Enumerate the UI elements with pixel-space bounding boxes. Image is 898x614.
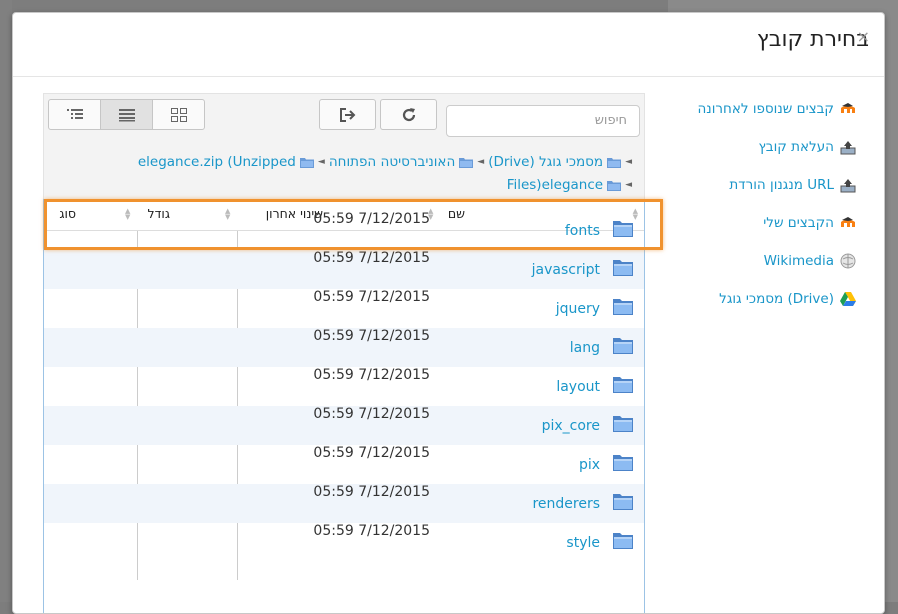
folder-icon: [613, 299, 633, 315]
breadcrumb-arrow-icon: ◄: [625, 180, 632, 190]
repo-label: Wikimedia: [763, 253, 834, 269]
search-input[interactable]: חיפוש: [446, 105, 640, 137]
logout-icon: [339, 107, 355, 122]
wikimedia-icon: [840, 253, 856, 269]
file-name-link[interactable]: pix: [579, 457, 600, 473]
breadcrumb: ◄ מסמכי גוגל (Drive) ◄ האוניברסיטה הפתוח…: [44, 150, 640, 194]
breadcrumb-item[interactable]: מסמכי גוגל (Drive): [488, 154, 603, 170]
breadcrumb-item[interactable]: האוניברסיטה הפתוחה: [329, 154, 455, 170]
table-row[interactable]: 05:59 7/12/2015 lang: [44, 328, 644, 367]
folder-icon: [299, 157, 314, 168]
folder-icon: [613, 533, 633, 549]
last-modified-cell: 05:59 7/12/2015: [313, 328, 430, 344]
list-view-icon: [118, 108, 135, 121]
folder-icon: [613, 260, 633, 276]
last-modified-cell: 05:59 7/12/2015: [313, 406, 430, 422]
view-list-button[interactable]: [100, 99, 153, 130]
breadcrumb-arrow-icon: ◄: [625, 157, 632, 167]
last-modified-cell: 05:59 7/12/2015: [313, 445, 430, 461]
folder-icon: [613, 377, 633, 393]
repo-upload-file[interactable]: העלאת קובץ: [759, 137, 856, 157]
folder-icon: [459, 157, 474, 168]
repo-my-files[interactable]: הקבצים שלי: [763, 213, 856, 233]
folder-icon: [613, 494, 633, 510]
breadcrumb-item[interactable]: elegance.zip (Unzipped: [138, 154, 296, 170]
folder-icon: [607, 157, 622, 168]
repo-label: מסמכי גוגל (Drive): [719, 291, 834, 307]
upload-icon: [840, 139, 856, 155]
breadcrumb-item[interactable]: Files)elegance: [507, 177, 603, 193]
dialog-header: בחירת קובץ ×: [13, 13, 884, 77]
file-name-link[interactable]: jquery: [556, 301, 600, 317]
file-name-link[interactable]: renderers: [532, 496, 600, 512]
file-name-link[interactable]: javascript: [532, 262, 600, 278]
refresh-button[interactable]: [380, 99, 437, 130]
file-name-link[interactable]: pix_core: [542, 418, 600, 434]
file-picker-dialog: בחירת קובץ × קבצים שנוספו לאחרונה העלאת …: [12, 12, 885, 614]
grid-view-icon: [170, 107, 187, 122]
view-tree-button[interactable]: [48, 99, 101, 130]
moodle-icon: [840, 101, 856, 117]
moodle-icon: [840, 215, 856, 231]
table-row[interactable]: 05:59 7/12/2015 layout: [44, 367, 644, 406]
folder-icon: [613, 416, 633, 432]
folder-icon: [607, 180, 622, 191]
file-name-link[interactable]: style: [566, 535, 600, 551]
repo-wikimedia[interactable]: Wikimedia: [764, 251, 856, 271]
repo-label: קבצים שנוספו לאחרונה: [697, 101, 834, 117]
table-row[interactable]: 05:59 7/12/2015 fonts: [44, 211, 644, 250]
table-row[interactable]: 05:59 7/12/2015 style: [44, 523, 644, 562]
repo-url-downloader[interactable]: מנגנון הורדת URL: [729, 175, 856, 195]
table-row[interactable]: 05:59 7/12/2015 jquery: [44, 289, 644, 328]
table-row[interactable]: 05:59 7/12/2015 javascript: [44, 250, 644, 289]
file-name-link[interactable]: layout: [556, 379, 600, 395]
tree-view-icon: [66, 108, 83, 119]
logout-button[interactable]: [319, 99, 376, 130]
file-name-link[interactable]: fonts: [565, 223, 600, 239]
google-drive-icon: [840, 291, 856, 307]
last-modified-cell: 05:59 7/12/2015: [313, 289, 430, 305]
last-modified-cell: 05:59 7/12/2015: [313, 367, 430, 383]
breadcrumb-arrow-icon: ◄: [477, 157, 485, 167]
repo-google-drive[interactable]: מסמכי גוגל (Drive): [719, 289, 856, 309]
url-download-icon: [840, 177, 856, 193]
close-icon[interactable]: ×: [857, 29, 870, 45]
last-modified-cell: 05:59 7/12/2015: [313, 523, 430, 539]
breadcrumb-arrow-icon: ◄: [317, 157, 325, 167]
refresh-icon: [402, 107, 415, 121]
view-grid-button[interactable]: [152, 99, 205, 130]
folder-icon: [613, 455, 633, 471]
page-background-left: [0, 0, 12, 602]
table-row[interactable]: 05:59 7/12/2015 renderers: [44, 484, 644, 523]
file-table: שם ▲ ▼ שינוי אחרון ▲ ▼ גודל ▲ ▼ סוג ▲ ▼ 05:5…: [43, 199, 645, 613]
repo-label: העלאת קובץ: [758, 139, 834, 155]
last-modified-cell: 05:59 7/12/2015: [313, 484, 430, 500]
folder-icon: [613, 221, 633, 237]
last-modified-cell: 05:59 7/12/2015: [313, 250, 430, 266]
repo-recent-files[interactable]: קבצים שנוספו לאחרונה: [697, 99, 856, 119]
table-row[interactable]: 05:59 7/12/2015 pix_core: [44, 406, 644, 445]
last-modified-cell: 05:59 7/12/2015: [313, 211, 430, 227]
table-row[interactable]: 05:59 7/12/2015 pix: [44, 445, 644, 484]
repo-label: הקבצים שלי: [763, 215, 834, 231]
folder-icon: [613, 338, 633, 354]
repo-label: מנגנון הורדת URL: [729, 177, 834, 193]
dialog-title: בחירת קובץ: [756, 27, 869, 52]
file-name-link[interactable]: lang: [570, 340, 600, 356]
